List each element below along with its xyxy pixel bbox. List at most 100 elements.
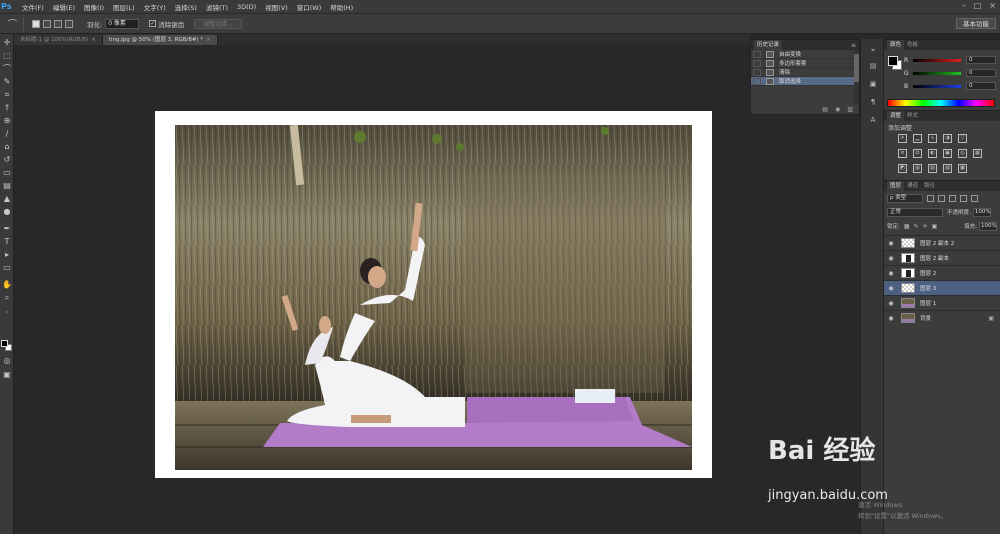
tab-layers[interactable]: 图层 [887,181,905,191]
green-value-input[interactable]: 0 [966,69,996,77]
filter-smart-icon[interactable] [971,194,978,202]
tab-channels[interactable]: 通道 [904,181,921,191]
tab-styles[interactable]: 样式 [904,111,921,121]
filter-adjust-icon[interactable] [938,194,945,202]
tab-untitled[interactable]: 未标题-1 @ 100%(RGB/8) × [14,35,103,45]
invert-icon[interactable]: ◩ [898,164,907,173]
history-source-icon[interactable] [753,50,761,58]
lasso-icon[interactable]: ⌒ [2,16,24,31]
lock-position-icon[interactable]: ✛ [923,223,928,230]
history-item[interactable]: 多边形套索 [751,59,859,68]
new-document-icon[interactable]: ▤ [822,106,828,113]
feather-input[interactable]: 0 像素 [105,18,140,29]
history-source-icon[interactable] [753,77,761,85]
posterize-icon[interactable]: ▥ [913,164,922,173]
black-white-icon[interactable]: ◐ [928,149,937,158]
fill-input[interactable]: 100% [979,221,997,231]
camera-icon[interactable]: ◉ [835,106,840,113]
close-icon[interactable]: × [91,37,96,43]
marquee-tool-icon[interactable]: ⬚ [2,51,12,61]
intersect-selection-icon[interactable] [65,19,73,28]
layer-row[interactable]: ◉ 背景 ▣ [884,310,1000,325]
panel-toggle-icon[interactable]: ▤ [868,61,878,71]
lock-all-icon[interactable]: ▣ [932,223,938,230]
exposure-icon[interactable]: ◑ [943,134,952,143]
healing-tool-icon[interactable]: ⊕ [2,116,12,126]
eye-icon[interactable]: ◉ [887,255,895,262]
foreground-color-swatch[interactable] [1,340,8,347]
selective-color-icon[interactable]: ▩ [958,164,967,173]
threshold-icon[interactable]: ▧ [928,164,937,173]
layer-row[interactable]: ◉ 图层 2 [884,265,1000,280]
eye-icon[interactable]: ◉ [887,270,895,277]
close-icon[interactable]: × [989,1,996,10]
lasso-tool-icon[interactable]: ⌒ [2,64,12,74]
lock-transparent-icon[interactable]: ▦ [904,223,910,230]
color-balance-icon[interactable]: ⚖ [913,149,922,158]
subtract-selection-icon[interactable] [54,19,62,28]
color-spectrum[interactable] [887,99,995,107]
dodge-tool-icon[interactable]: ● [2,207,12,217]
eyedropper-tool-icon[interactable]: † [2,103,12,113]
menu-layer[interactable]: 图层(L) [113,2,135,12]
minimize-icon[interactable]: – [962,1,966,10]
eye-icon[interactable]: ◉ [887,315,895,322]
layer-kind-select[interactable]: p 类型 [887,193,923,203]
red-track[interactable] [913,58,961,62]
green-track[interactable] [913,71,961,75]
history-brush-tool-icon[interactable]: ↺ [2,155,12,165]
brush-tool-icon[interactable]: ∕ [2,129,12,139]
foreground-color-swatch[interactable] [888,56,898,66]
gradient-map-icon[interactable]: ▨ [943,164,952,173]
menu-window[interactable]: 窗口(W) [297,2,322,12]
filter-shape-icon[interactable] [960,194,967,202]
filter-pixel-icon[interactable] [927,194,934,202]
panel-toggle-icon[interactable]: ▣ [868,79,878,89]
pen-tool-icon[interactable]: ✒ [2,224,12,234]
history-source-icon[interactable] [753,59,761,67]
panel-menu-icon[interactable]: ≡ [851,42,856,49]
crop-tool-icon[interactable]: ⌗ [2,90,12,100]
hand-tool-icon[interactable]: ✋ [2,280,12,290]
hue-saturation-icon[interactable]: ≡ [898,149,907,158]
red-slider[interactable]: R 0 [904,56,996,64]
add-selection-icon[interactable] [43,19,51,28]
filter-type-icon[interactable] [949,194,956,202]
trash-icon[interactable]: ▥ [847,106,853,113]
brightness-icon[interactable]: ☀ [898,134,907,143]
more-tools-icon[interactable]: · [2,308,12,318]
history-item-selected[interactable]: 取消选择 [751,77,859,86]
blend-mode-select[interactable]: 正常 [887,207,943,217]
red-value-input[interactable]: 0 [966,56,996,64]
photo-filter-icon[interactable]: ▣ [943,149,952,158]
tab-adjustments[interactable]: 调整 [887,111,905,121]
layer-row[interactable]: ◉ 图层 2 副本 [884,250,1000,265]
opacity-input[interactable]: 100% [972,207,991,217]
panel-toggle-icon[interactable]: A [868,115,878,125]
type-tool-icon[interactable]: T [2,237,12,247]
document-canvas[interactable] [155,111,712,478]
tab-ting[interactable]: ting.jpg @ 50% (图层 3, RGB/8#) * × [102,35,218,45]
eye-icon[interactable]: ◉ [887,285,895,292]
stamp-tool-icon[interactable]: ⌂ [2,142,12,152]
blue-value-input[interactable]: 0 [966,82,996,90]
panel-toggle-icon[interactable]: ¶ [868,97,878,107]
tab-swatches[interactable]: 色板 [904,40,921,50]
menu-help[interactable]: 帮助(H) [330,2,353,12]
workspace-switcher[interactable]: 基本功能 [956,18,996,29]
history-item[interactable]: 自由变换 [751,50,859,59]
tab-paths[interactable]: 路径 [921,181,938,191]
eye-icon[interactable]: ◉ [887,240,895,247]
tab-history[interactable]: 历史记录 [754,40,783,50]
canvas-area[interactable] [14,45,864,534]
scrollbar-thumb[interactable] [854,54,859,82]
path-select-tool-icon[interactable]: ▸ [2,250,12,260]
blur-tool-icon[interactable]: ▲ [2,194,12,204]
menu-filter[interactable]: 滤镜(T) [206,2,228,12]
menu-3d[interactable]: 3D(D) [237,3,256,11]
gradient-tool-icon[interactable]: ▤ [2,181,12,191]
zoom-tool-icon[interactable]: ⌕ [2,293,12,303]
color-lookup-icon[interactable]: ▦ [973,149,982,158]
history-source-icon[interactable] [753,68,761,76]
vibrance-icon[interactable]: ▽ [958,134,967,143]
